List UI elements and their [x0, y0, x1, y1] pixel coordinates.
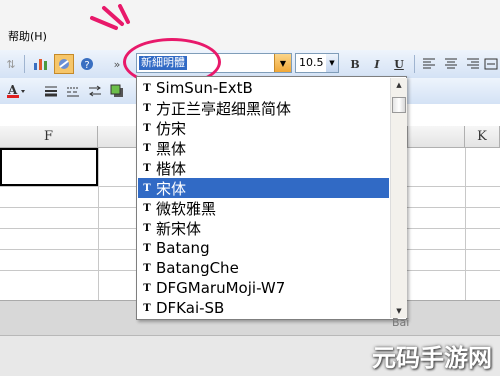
dropdown-scrollbar[interactable]: ▲ ▼: [390, 78, 407, 318]
chevron-down-icon[interactable]: ▼: [274, 54, 291, 72]
italic-button[interactable]: I: [368, 55, 386, 73]
font-name-label: 新宋体: [156, 219, 202, 238]
shadow-style-icon[interactable]: [108, 82, 126, 100]
column-header-f[interactable]: F: [0, 126, 98, 148]
truetype-icon: T: [143, 82, 151, 94]
column-header-k[interactable]: K: [465, 126, 500, 148]
menu-help[interactable]: 帮助(H): [8, 28, 47, 44]
watermark-sub: Bai: [392, 316, 410, 329]
drawing-icon[interactable]: [54, 54, 74, 74]
font-list-item[interactable]: T 宋体: [138, 178, 389, 198]
font-list-item[interactable]: T 仿宋: [138, 118, 389, 138]
toolbar-options-icon[interactable]: »: [112, 55, 122, 73]
truetype-icon: T: [143, 262, 151, 274]
line-style-icon[interactable]: [42, 82, 60, 100]
help-icon[interactable]: ?: [78, 55, 96, 73]
font-size-combo[interactable]: 10.5 ▼: [295, 53, 339, 73]
font-name-label: 微软雅黑: [156, 199, 217, 218]
active-cell[interactable]: [0, 148, 98, 186]
menu-bar: 帮助(H): [0, 0, 500, 51]
font-list-item[interactable]: T 微软雅黑: [138, 198, 389, 218]
font-dropdown-list[interactable]: T SimSun-ExtB T 方正兰亭超细黑简体 T 仿宋 T 黑体 T 楷体 T 宋体 T 微软雅黑 T…: [136, 76, 407, 320]
font-name-label: 方正兰亭超细黑简体: [156, 99, 292, 118]
toolbar-separator: [414, 55, 415, 73]
truetype-icon: T: [143, 122, 151, 134]
truetype-icon: T: [143, 282, 151, 294]
truetype-icon: T: [143, 182, 151, 194]
toolbar-separator: [24, 55, 25, 73]
site-watermark: 元码手游网: [372, 344, 492, 372]
font-list-item[interactable]: T 黑体: [138, 138, 389, 158]
font-name-label: 黑体: [156, 139, 187, 158]
truetype-icon: T: [143, 142, 151, 154]
font-list-item[interactable]: T SimSun-ExtB: [138, 78, 389, 98]
font-name-label: DFGMaruMoji-W7: [156, 279, 286, 297]
font-name-label: 楷体: [156, 159, 187, 178]
font-list-item[interactable]: T DFKai-SB: [138, 298, 389, 318]
font-name-label: 宋体: [156, 179, 187, 198]
scroll-thumb[interactable]: [392, 97, 406, 113]
font-name-label: BatangChe: [156, 259, 239, 277]
font-list-item[interactable]: T 方正兰亭超细黑简体: [138, 98, 389, 118]
align-right-icon[interactable]: [464, 55, 482, 73]
underline-button[interactable]: U: [390, 55, 408, 73]
font-name-label: Batang: [156, 239, 210, 257]
scroll-up-icon[interactable]: ▲: [391, 78, 407, 92]
sort-icon[interactable]: ⇅: [2, 55, 20, 73]
svg-text:A: A: [7, 83, 18, 97]
dash-style-icon[interactable]: [64, 82, 82, 100]
column-header-j[interactable]: [407, 126, 465, 148]
font-name-label: 仿宋: [156, 119, 187, 138]
font-list-item[interactable]: T 新宋体: [138, 218, 389, 238]
formatting-toolbar: ⇅ ? » 新細明體 ▼ 10.5 ▼ B I U: [0, 50, 500, 79]
font-name-label: SimSun-ExtB: [156, 79, 253, 97]
font-list-item[interactable]: T 楷体: [138, 158, 389, 178]
grid-line: [98, 148, 99, 300]
bold-button[interactable]: B: [346, 55, 364, 73]
emphasis-marks-icon: [90, 4, 130, 30]
align-center-icon[interactable]: [442, 55, 460, 73]
truetype-icon: T: [143, 162, 151, 174]
font-name-label: DFKai-SB: [156, 299, 225, 317]
grid-line: [465, 148, 466, 300]
merge-center-icon[interactable]: [482, 55, 500, 73]
font-color-icon[interactable]: A: [6, 82, 28, 100]
truetype-icon: T: [143, 202, 151, 214]
font-size-value[interactable]: 10.5: [299, 56, 324, 69]
font-list-item[interactable]: T DFGMaruMoji-W7: [138, 278, 389, 298]
truetype-icon: T: [143, 302, 151, 314]
chevron-down-icon[interactable]: ▼: [326, 54, 338, 72]
truetype-icon: T: [143, 102, 151, 114]
font-list-item[interactable]: T Batang: [138, 238, 389, 258]
arrow-style-icon[interactable]: [86, 82, 104, 100]
truetype-icon: T: [143, 242, 151, 254]
truetype-icon: T: [143, 222, 151, 234]
font-list-item[interactable]: T BatangChe: [138, 258, 389, 278]
align-left-icon[interactable]: [420, 55, 438, 73]
svg-text:?: ?: [84, 60, 89, 71]
chart-icon[interactable]: [32, 55, 50, 73]
